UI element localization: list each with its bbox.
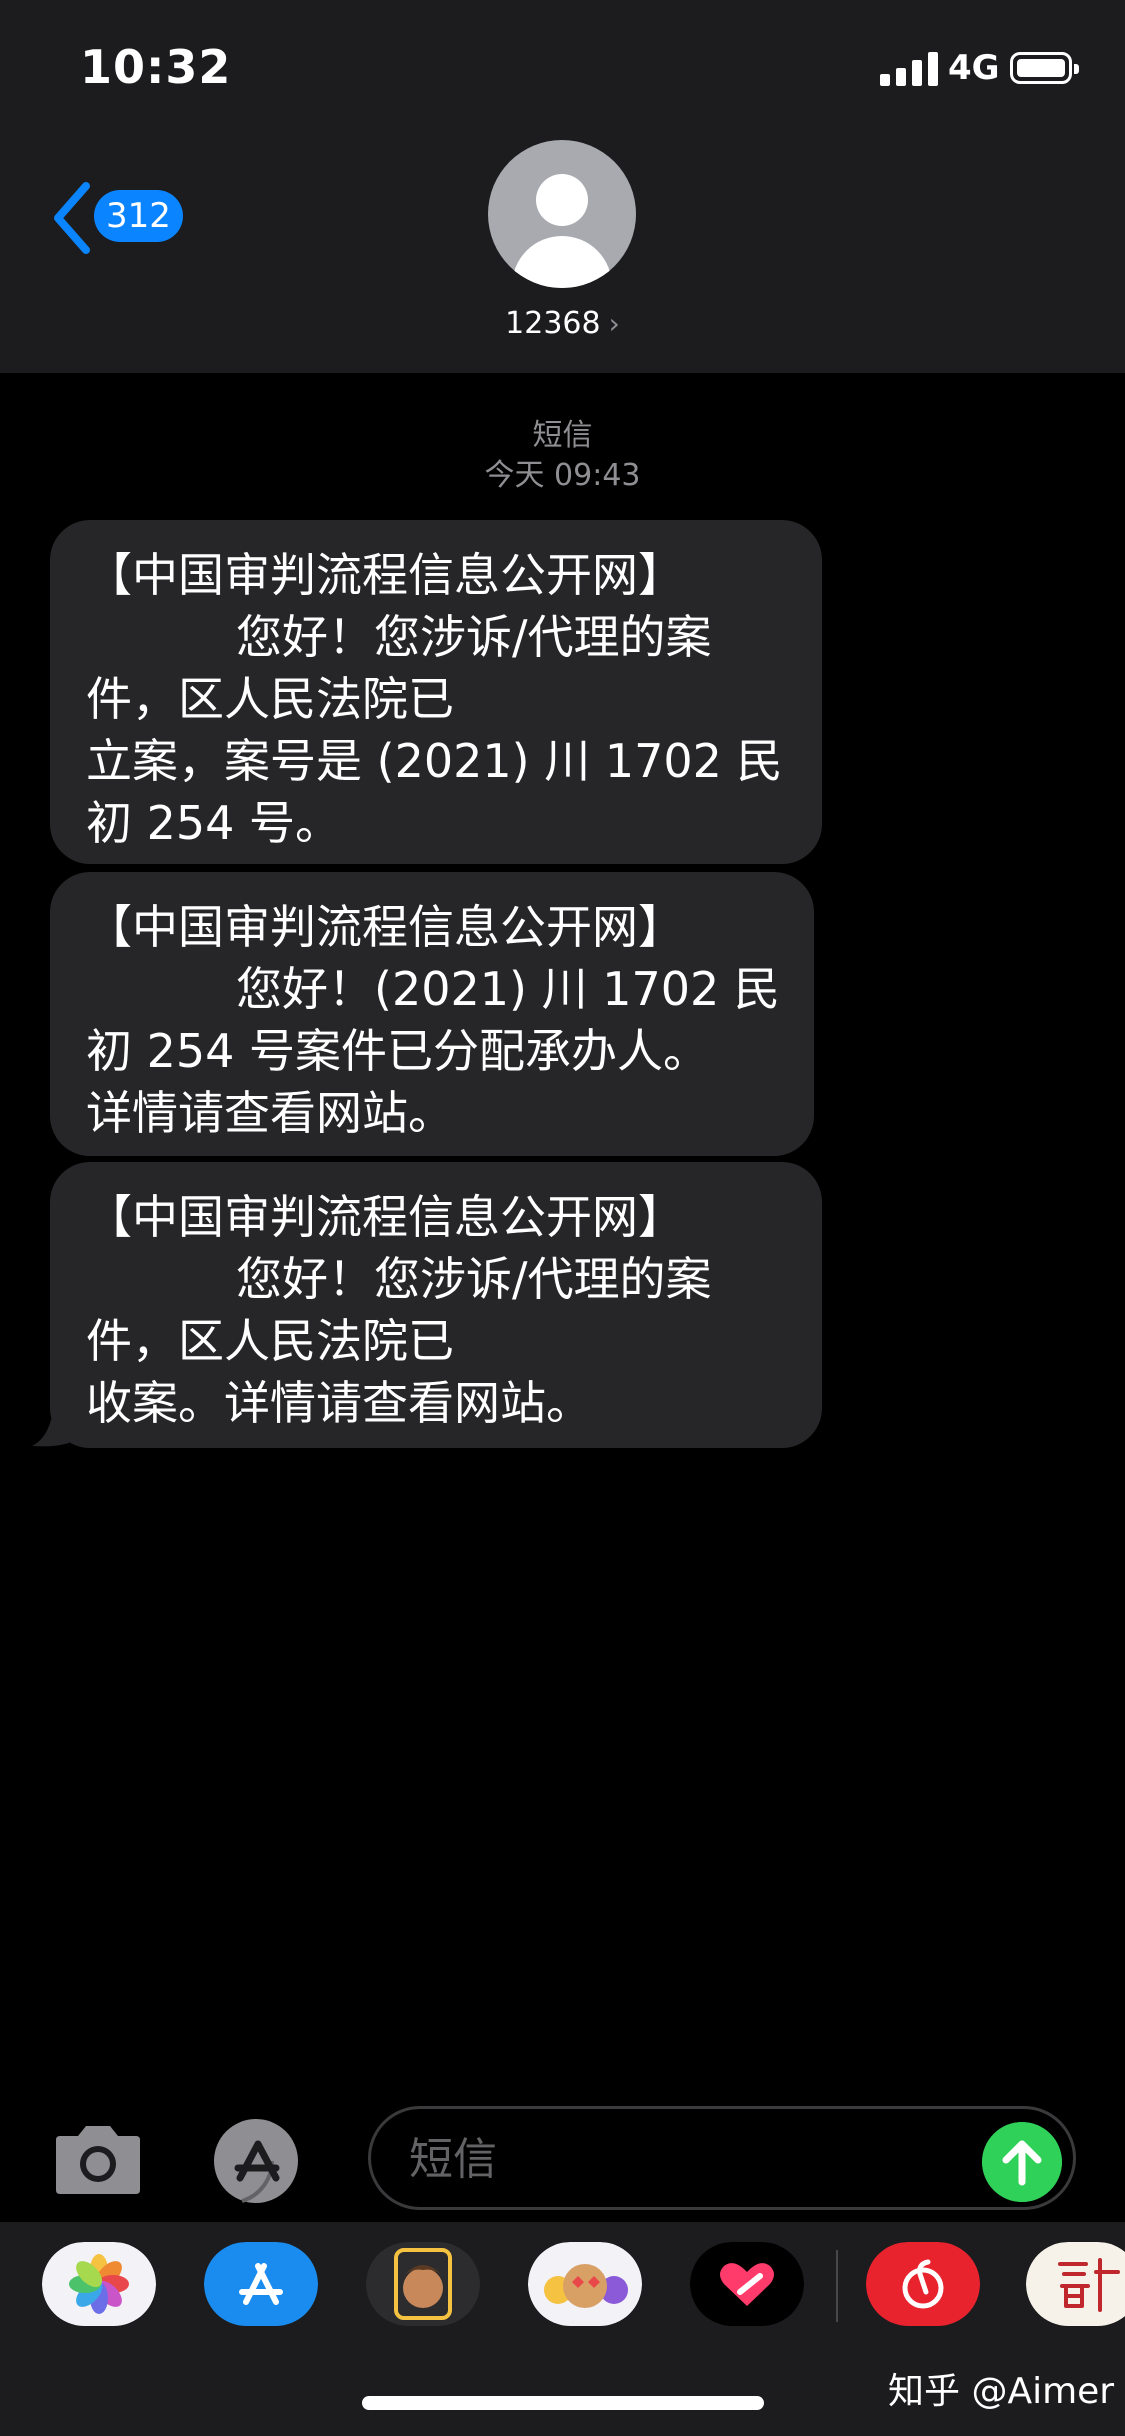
- network-type: 4G: [948, 48, 1000, 88]
- message-line: 详情请查看网站。: [86, 1086, 454, 1140]
- message-line: 您好！(2021) 川 1702 民: [236, 962, 780, 1016]
- send-arrow-icon[interactable]: [982, 2122, 1062, 2202]
- message-line: 初 254 号案件已分配承办人。: [86, 1024, 710, 1078]
- app-drawer-divider: [836, 2250, 838, 2322]
- message-line: 【中国审判流程信息公开网】: [86, 1190, 684, 1244]
- message-channel-label: 短信: [532, 418, 593, 453]
- contact-avatar[interactable]: [488, 140, 636, 288]
- home-indicator[interactable]: [362, 2396, 764, 2410]
- animoji-icon[interactable]: [528, 2242, 642, 2326]
- message-line: 您好！您涉诉/代理的案: [236, 610, 712, 664]
- message-line: 您好！您涉诉/代理的案: [236, 1252, 712, 1306]
- message-line: 件，区人民法院已: [86, 672, 454, 726]
- netease-music-icon[interactable]: [866, 2242, 980, 2326]
- message-input-field[interactable]: [368, 2106, 1076, 2210]
- battery-icon: [1010, 52, 1079, 84]
- digital-touch-icon[interactable]: [690, 2242, 804, 2326]
- watermark: 知乎 @Aimer: [888, 2371, 1115, 2412]
- message-input[interactable]: [407, 2125, 971, 2193]
- message-line: 件，区人民法院已: [86, 1314, 454, 1368]
- message-bubble[interactable]: 【中国审判流程信息公开网】 您好！您涉诉/代理的案 件，区人民法院已 收案。详情…: [50, 1162, 822, 1448]
- unread-count-badge[interactable]: 312: [94, 190, 183, 242]
- message-line: 初 254 号。: [86, 796, 342, 850]
- cellular-signal-icon: [880, 52, 938, 86]
- status-time: 10:32: [80, 40, 232, 94]
- message-line: 立案，案号是 (2021) 川 1702 民: [86, 734, 783, 788]
- chevron-right-icon: ›: [608, 307, 620, 340]
- message-line: 收案。详情请查看网站。: [86, 1376, 592, 1430]
- message-line: 【中国审判流程信息公开网】: [86, 900, 684, 954]
- camera-icon[interactable]: [50, 2124, 146, 2196]
- app-store-icon[interactable]: [204, 2242, 318, 2326]
- calendar-seal-icon[interactable]: [1026, 2242, 1125, 2326]
- back-chevron-icon[interactable]: [48, 178, 98, 258]
- app-store-button-icon[interactable]: [210, 2118, 310, 2204]
- message-bubble[interactable]: 【中国审判流程信息公开网】 您好！您涉诉/代理的案 件，区人民法院已 立案，案号…: [50, 520, 822, 864]
- memoji-icon[interactable]: [366, 2242, 480, 2326]
- photos-icon[interactable]: [42, 2242, 156, 2326]
- message-line: 【中国审判流程信息公开网】: [86, 548, 684, 602]
- message-bubble[interactable]: 【中国审判流程信息公开网】 您好！(2021) 川 1702 民 初 254 号…: [50, 872, 814, 1156]
- bubble-tail: [32, 1400, 76, 1447]
- contact-name[interactable]: 12368 ›: [0, 306, 1125, 341]
- message-timestamp: 今天 09:43: [484, 458, 641, 493]
